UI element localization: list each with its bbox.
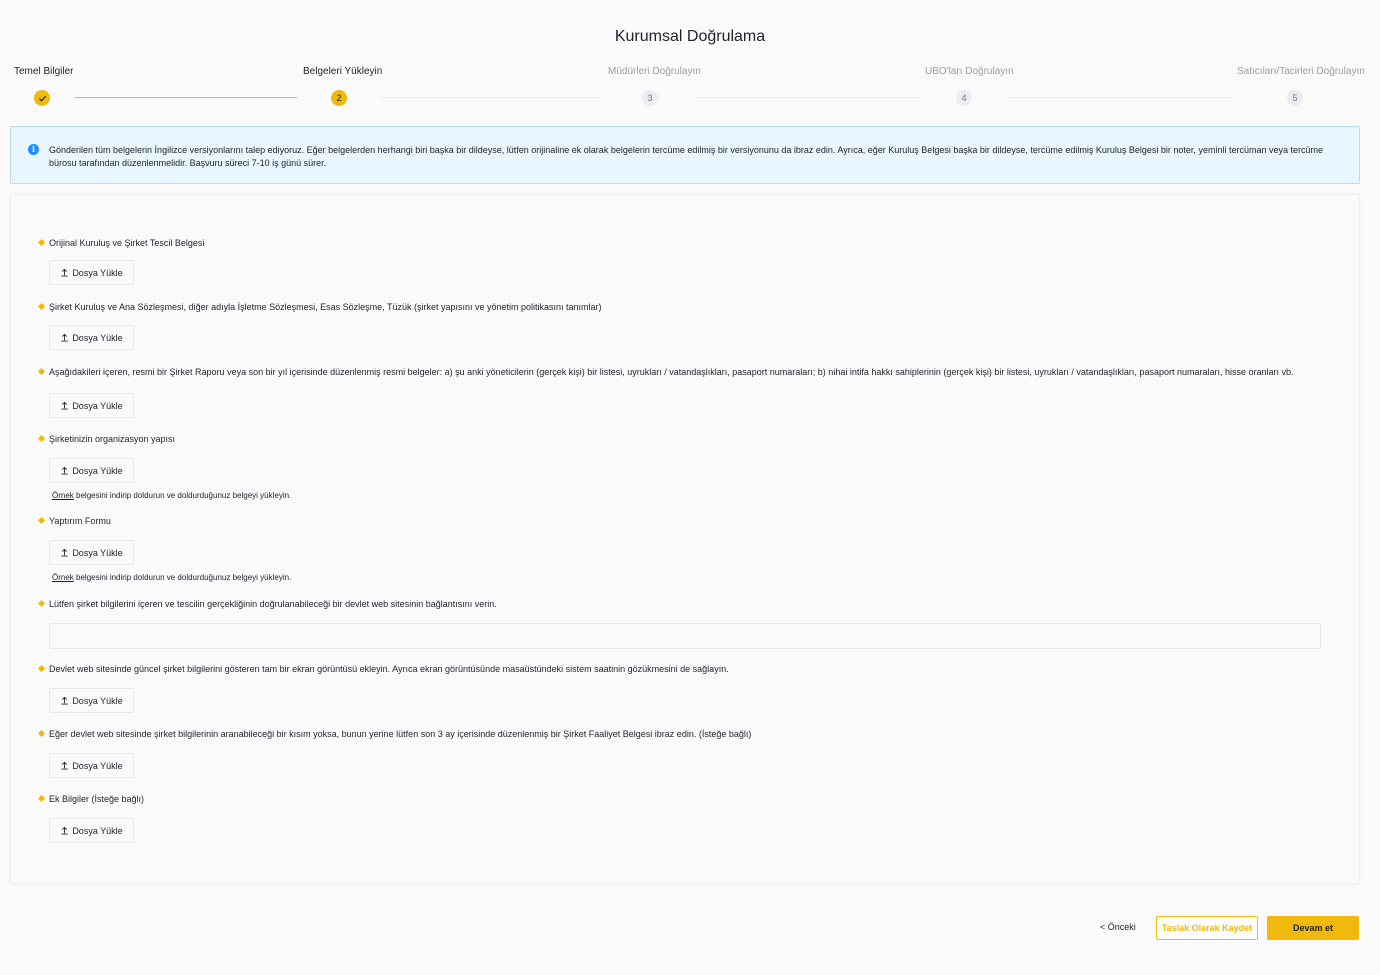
documents-card: Orijinal Kuruluş ve Şirket Tescil Belges… [10, 194, 1360, 884]
step-number: 2 [331, 90, 347, 106]
upload-icon [61, 826, 68, 835]
info-text: Gönderilen tüm belgelerin İngilizce vers… [49, 145, 1323, 168]
upload-icon [61, 696, 68, 705]
step-label: Temel Bilgiler [14, 66, 74, 77]
upload-button-additional[interactable]: Dosya Yükle [49, 818, 134, 843]
step-number: 4 [956, 90, 972, 106]
upload-button-articles[interactable]: Dosya Yükle [49, 325, 134, 350]
step-number: 3 [642, 90, 658, 106]
upload-icon [61, 466, 68, 475]
step-connector-2 [380, 97, 602, 98]
question-company-report: Aşağıdakileri içeren, resmi bir Şirket R… [37, 367, 1339, 377]
upload-icon [61, 761, 68, 770]
step-upload-documents: Belgeleri Yükleyin 2 [303, 66, 383, 106]
question-sanctions-form: Yaptırım Formu [37, 516, 1339, 526]
sample-link[interactable]: Örnek [52, 573, 74, 582]
check-icon [34, 90, 50, 106]
continue-button[interactable]: Devam et [1267, 916, 1359, 940]
step-label: UBO'ları Doğrulayın [925, 66, 1014, 77]
upload-icon [61, 333, 68, 342]
question-government-website: Lütfen şirket bilgilerini içeren ve tesc… [37, 599, 1339, 609]
sample-hint: Örnek belgesini indirip doldurun ve dold… [52, 573, 292, 582]
stepper: Temel Bilgiler Belgeleri Yükleyin 2 Müdü… [0, 66, 1380, 110]
question-additional-info: Ek Bilgiler (İsteğe bağlı) [37, 794, 1339, 804]
step-verify-directors: Müdürleri Doğrulayın 3 [608, 66, 701, 106]
step-label: Belgeleri Yükleyin [303, 66, 383, 77]
page-title: Kurumsal Doğrulama [614, 28, 766, 45]
step-verify-merchants: Satıcıları/Tacirleri Doğrulayın 5 [1237, 66, 1365, 106]
upload-button-good-standing[interactable]: Dosya Yükle [49, 753, 134, 778]
upload-icon [61, 548, 68, 557]
step-label: Satıcıları/Tacirleri Doğrulayın [1237, 66, 1365, 77]
question-articles-of-association: Şirket Kuruluş ve Ana Sözleşmesi, diğer … [37, 302, 1339, 312]
info-banner: i Gönderilen tüm belgelerin İngilizce ve… [10, 126, 1360, 184]
step-label: Müdürleri Doğrulayın [608, 66, 701, 77]
question-incorporation-certificate: Orijinal Kuruluş ve Şirket Tescil Belges… [37, 238, 1339, 248]
upload-button-screenshot[interactable]: Dosya Yükle [49, 688, 134, 713]
upload-button-incorporation[interactable]: Dosya Yükle [49, 260, 134, 285]
step-connector-4 [1010, 97, 1232, 98]
info-icon: i [28, 144, 39, 155]
step-verify-ubos: UBO'ları Doğrulayın 4 [925, 66, 1014, 106]
sample-link[interactable]: Örnek [52, 491, 74, 500]
question-good-standing: Eğer devlet web sitesinde şirket bilgile… [37, 729, 1339, 739]
previous-button[interactable]: < Önceki [1100, 922, 1136, 932]
step-connector-3 [698, 97, 920, 98]
step-number: 5 [1287, 90, 1303, 106]
upload-icon [61, 401, 68, 410]
save-draft-button[interactable]: Taslak Olarak Kaydet [1156, 916, 1258, 940]
upload-button-company-report[interactable]: Dosya Yükle [49, 393, 134, 418]
upload-button-sanctions[interactable]: Dosya Yükle [49, 540, 134, 565]
upload-icon [61, 268, 68, 277]
step-connector-1 [75, 97, 297, 98]
step-basic-info: Temel Bilgiler [14, 66, 74, 106]
upload-button-org-structure[interactable]: Dosya Yükle [49, 458, 134, 483]
government-website-input[interactable] [49, 623, 1321, 649]
question-org-structure: Şirketinizin organizasyon yapısı [37, 434, 1339, 444]
sample-hint: Örnek belgesini indirip doldurun ve dold… [52, 491, 292, 500]
question-website-screenshot: Devlet web sitesinde güncel şirket bilgi… [37, 664, 1339, 674]
